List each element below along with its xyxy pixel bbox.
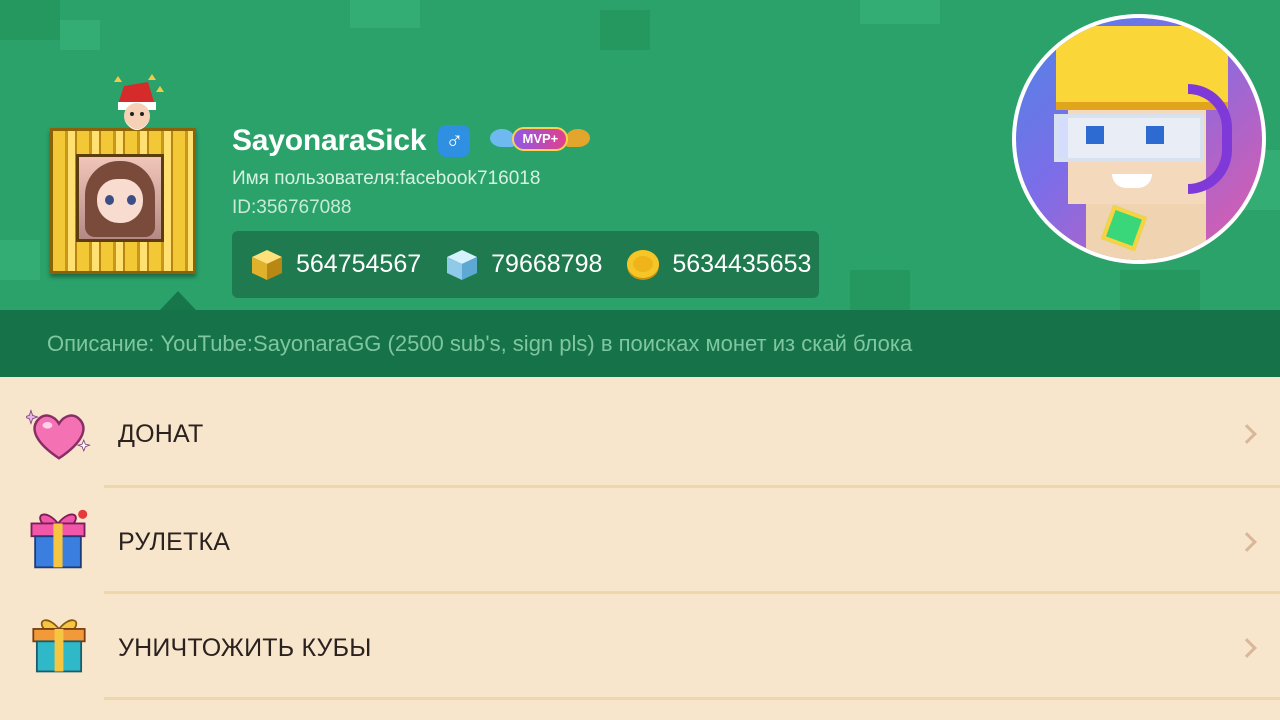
name-line: SayonaraSick ♂ MVP+ <box>232 121 591 161</box>
gold-coin-icon <box>627 249 660 280</box>
bg-tile <box>860 0 940 24</box>
santa-decoration-icon <box>114 74 164 130</box>
avatar-glasses <box>1054 114 1204 162</box>
tooltip-pointer <box>160 291 196 310</box>
bg-tile <box>600 10 650 50</box>
chevron-right-icon <box>1237 532 1257 552</box>
heart-icon <box>26 409 91 460</box>
mvp-badge-label: MVP+ <box>512 127 569 151</box>
avatar-picture <box>76 154 164 242</box>
avatar-eye <box>1086 126 1104 144</box>
diamond-cube-value: 79668798 <box>491 250 603 278</box>
username: SayonaraSick <box>232 124 427 157</box>
avatar-eye <box>105 195 114 205</box>
bg-tile <box>0 0 60 40</box>
menu-item-label: УНИЧТОЖИТЬ КУБЫ <box>118 633 372 662</box>
divider <box>104 591 1280 594</box>
menu-item-label: РУЛЕТКА <box>118 527 231 556</box>
menu-item-donate[interactable]: ДОНАТ <box>0 381 1280 487</box>
gold-coin-counter: 5634435653 <box>626 248 811 282</box>
divider <box>104 697 1280 700</box>
wing-right-icon <box>566 129 591 147</box>
menu-icon-cell <box>0 489 118 595</box>
chevron-right-icon <box>1237 424 1257 444</box>
description-bar: Описание: YouTube:SayonaraGG (2500 sub's… <box>0 310 1280 377</box>
gold-cube-icon <box>252 249 282 280</box>
diamond-cube-counter: 79668798 <box>445 248 602 282</box>
diamond-cube-icon <box>447 249 478 280</box>
mvp-plus-badge: MVP+ <box>490 126 591 156</box>
gold-coin-value: 5634435653 <box>672 250 812 278</box>
avatar-face <box>97 179 143 223</box>
login-name: Имя пользователя:facebook716018 <box>232 168 541 189</box>
gift-box-icon <box>30 509 88 569</box>
male-gender-icon: ♂ <box>438 125 471 157</box>
avatar-frame[interactable] <box>50 128 196 274</box>
user-id: ID:356767088 <box>232 197 352 218</box>
gold-cube-value: 564754567 <box>296 250 422 278</box>
menu-icon-cell <box>0 595 118 701</box>
menu-list: ДОНАТ РУЛЕТКА УНИЧТОЖИТЬ КУБЫ <box>0 377 1280 720</box>
bg-tile <box>1120 270 1200 310</box>
bg-tile <box>0 240 40 280</box>
bg-tile <box>850 270 910 310</box>
gold-cube-counter: 564754567 <box>250 248 421 282</box>
menu-item-destroy-cubes[interactable]: УНИЧТОЖИТЬ КУБЫ <box>0 595 1280 701</box>
profile-description: Описание: YouTube:SayonaraGG (2500 sub's… <box>47 330 913 356</box>
avatar-eye <box>127 195 136 205</box>
channel-avatar <box>1012 14 1266 264</box>
bg-tile <box>350 0 420 28</box>
menu-icon-cell <box>0 381 118 487</box>
chevron-right-icon <box>1237 638 1257 658</box>
currency-panel: 564754567 79668798 5634435653 <box>232 231 819 298</box>
wing-left-icon <box>490 129 515 147</box>
avatar-eye <box>1146 126 1164 144</box>
divider <box>104 485 1280 488</box>
gift-box-icon <box>32 619 86 673</box>
menu-item-roulette[interactable]: РУЛЕТКА <box>0 489 1280 595</box>
bg-tile <box>60 20 100 50</box>
menu-item-label: ДОНАТ <box>118 419 204 448</box>
